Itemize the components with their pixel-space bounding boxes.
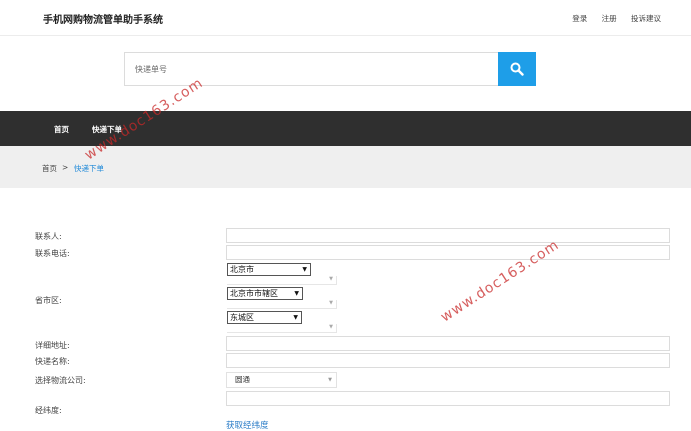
site-title: 手机网购物流管单助手系统 [43,15,163,26]
login-link[interactable]: 登录 [572,14,587,23]
city-select[interactable]: 北京市市辖区 ▼ [227,287,303,300]
get-latlng-link[interactable]: 获取经纬度 [226,419,269,431]
district-select[interactable]: 东城区 ▼ [227,311,302,324]
company-value: 圆通 [235,375,250,384]
province-value: 北京市 [230,265,254,274]
register-link[interactable]: 注册 [602,14,617,23]
province-select[interactable]: 北京市 ▼ [227,263,311,276]
company-label: 选择物流公司: [35,376,86,385]
city-value: 北京市市辖区 [230,289,278,298]
chevron-down-icon: ▼ [329,324,333,330]
region-label: 省市区: [35,296,62,305]
chevron-down-icon: ▼ [329,300,333,306]
nav-home[interactable]: 首页 [54,124,69,135]
top-links: 登录 注册 投诉建议 [560,13,661,24]
phone-input[interactable] [226,245,670,260]
latlng-input[interactable] [226,391,670,406]
district-dropdown-shadow: ▼ [227,324,337,333]
complaint-link[interactable]: 投诉建议 [631,14,661,23]
breadcrumb-current: 快递下单 [74,164,104,173]
contact-label: 联系人: [35,232,62,241]
tracking-number-input[interactable] [124,52,498,86]
chevron-down-icon: ▼ [293,314,298,321]
address-input[interactable] [226,336,670,351]
district-value: 东城区 [230,313,254,322]
chevron-down-icon: ▼ [294,290,299,297]
top-bar: 手机网购物流管单助手系统 登录 注册 投诉建议 [0,0,691,36]
search-button[interactable] [498,52,536,86]
express-name-input[interactable] [226,353,670,368]
express-name-label: 快递名称: [35,357,70,366]
breadcrumb-home[interactable]: 首页 [42,163,57,174]
contact-input[interactable] [226,228,670,243]
chevron-down-icon: ▼ [302,266,307,273]
company-select[interactable]: 圆通 ▼ [226,372,337,388]
search-icon [510,62,524,76]
latlng-label: 经纬度: [35,406,62,415]
chevron-down-icon: ▼ [328,377,332,383]
phone-label: 联系电话: [35,249,70,258]
address-label: 详细地址: [35,341,70,350]
chevron-down-icon: ▼ [329,276,333,282]
city-dropdown-shadow: ▼ [227,300,337,309]
province-dropdown-shadow: ▼ [227,276,337,285]
breadcrumb-separator: > [62,163,69,172]
